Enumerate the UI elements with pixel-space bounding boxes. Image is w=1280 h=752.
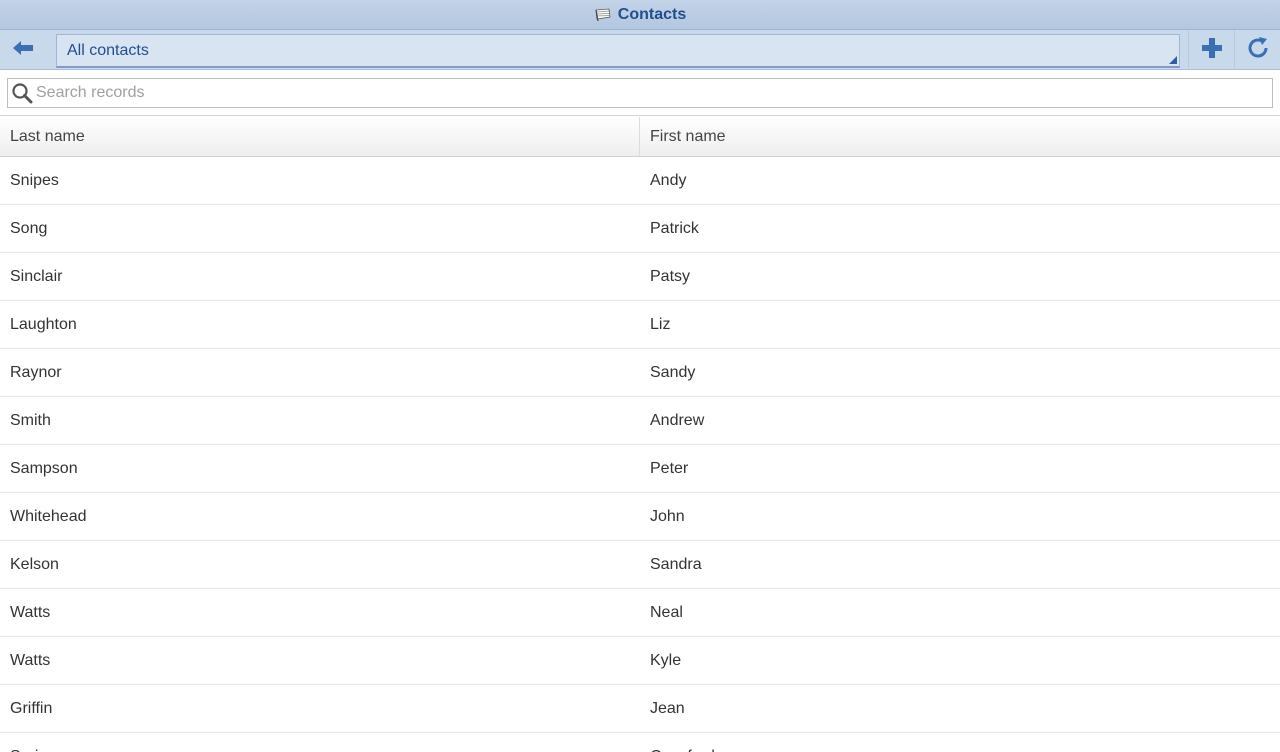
first-name-cell: Peter (650, 459, 689, 477)
table-row[interactable]: Song Patrick (0, 205, 1280, 253)
table-header: Last name First name (0, 117, 1280, 157)
first-name-cell: John (650, 507, 685, 525)
first-name-cell: Jean (650, 699, 685, 717)
back-button[interactable] (0, 30, 46, 70)
last-name-cell: Laughton (10, 315, 77, 333)
search-icon (8, 79, 36, 107)
search-box (7, 78, 1273, 108)
last-name-cell: Spring (0, 733, 640, 752)
column-header-last-name[interactable]: Last name (0, 117, 640, 156)
first-name-cell: Sandy (650, 363, 696, 381)
last-name-cell: Smith (10, 411, 51, 429)
table-row[interactable]: Smith Andrew (0, 397, 1280, 445)
refresh-button[interactable] (1234, 30, 1280, 70)
flag-icon (594, 8, 612, 22)
contacts-list: Snipes Andy Song Patrick Sinclair Patsy … (0, 157, 1280, 752)
last-name-cell: Raynor (10, 363, 62, 381)
table-row[interactable]: Watts Kyle (0, 637, 1280, 685)
title-bar: Contacts (0, 0, 1280, 30)
last-name-cell: Kelson (10, 555, 59, 573)
table-row[interactable]: Raynor Sandy (0, 349, 1280, 397)
last-name-cell: Song (10, 219, 48, 237)
view-selector-label: All contacts (67, 41, 149, 59)
first-name-cell: Andrew (650, 411, 705, 429)
table-row[interactable]: Sinclair Patsy (0, 253, 1280, 301)
first-name-cell: Patsy (650, 267, 691, 285)
search-bar (0, 70, 1280, 116)
last-name-cell: Griffin (10, 699, 53, 717)
last-name-cell: Watts (10, 651, 51, 669)
table-row[interactable]: Kelson Sandra (0, 541, 1280, 589)
last-name-cell: Watts (10, 603, 51, 621)
toolbar: All contacts (0, 30, 1280, 70)
first-name-cell: Kyle (650, 651, 682, 669)
refresh-icon (1246, 36, 1270, 65)
plus-icon (1201, 37, 1223, 64)
last-name-cell: Snipes (10, 171, 59, 189)
column-header-first-name[interactable]: First name (640, 117, 1280, 156)
table-row[interactable]: Whitehead John (0, 493, 1280, 541)
last-name-cell: Sampson (10, 459, 78, 477)
table-row[interactable]: Watts Neal (0, 589, 1280, 637)
table-row[interactable]: Spring Crawford (0, 733, 1280, 752)
view-selector[interactable]: All contacts (56, 34, 1180, 68)
first-name-cell: Liz (650, 315, 671, 333)
table-row[interactable]: Griffin Jean (0, 685, 1280, 733)
dropdown-corner-icon (1169, 56, 1177, 64)
arrow-left-icon (11, 39, 35, 62)
table-row[interactable]: Snipes Andy (0, 157, 1280, 205)
last-name-cell: Whitehead (10, 507, 87, 525)
column-header-label: First name (650, 127, 726, 145)
first-name-cell: Sandra (650, 555, 702, 573)
table-row[interactable]: Laughton Liz (0, 301, 1280, 349)
column-header-label: Last name (10, 127, 85, 145)
first-name-cell: Neal (650, 603, 683, 621)
table-row[interactable]: Sampson Peter (0, 445, 1280, 493)
add-button[interactable] (1188, 30, 1234, 70)
last-name-cell: Sinclair (10, 267, 63, 285)
window-title: Contacts (617, 5, 687, 23)
first-name-cell: Crawford (640, 733, 1280, 752)
first-name-cell: Andy (650, 171, 687, 189)
first-name-cell: Patrick (650, 219, 699, 237)
search-input[interactable] (36, 84, 1256, 102)
